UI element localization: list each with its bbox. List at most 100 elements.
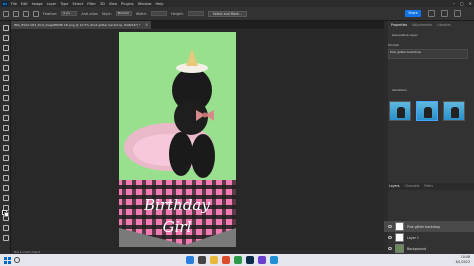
variation-thumbnail[interactable] <box>443 101 465 121</box>
new-selection-icon[interactable] <box>23 10 29 17</box>
photoshop-logo-icon[interactable]: Ps <box>2 0 8 7</box>
layer-name: Background <box>407 246 427 251</box>
visibility-eye-icon[interactable] <box>388 247 392 250</box>
visibility-eye-icon[interactable] <box>388 225 392 228</box>
layer-thumbnail <box>395 222 404 231</box>
background-color-swatch[interactable] <box>4 212 9 217</box>
task-view-icon[interactable] <box>198 256 206 264</box>
dodge-tool-icon[interactable] <box>2 174 9 181</box>
tab-libraries[interactable]: Libraries <box>437 23 451 27</box>
menu-type[interactable]: Type <box>60 2 68 6</box>
tab-channels[interactable]: Channels <box>405 184 420 188</box>
layer-row[interactable]: Background <box>384 243 474 254</box>
menu-plugins[interactable]: Plugins <box>121 2 134 6</box>
file-explorer-icon[interactable] <box>210 256 218 264</box>
eraser-icon[interactable] <box>2 144 9 151</box>
frame-tool-icon[interactable] <box>2 84 9 91</box>
options-bar: Feather: 0 px Anti-alias Style: Normal W… <box>0 7 474 21</box>
select-and-mask-button[interactable]: Select and Mask... <box>207 10 247 17</box>
workspace-icon[interactable] <box>441 10 448 17</box>
pen-tool-icon[interactable] <box>2 184 9 191</box>
cloud-icon[interactable] <box>454 10 461 17</box>
prompt-input[interactable]: Pink glitter backdrop <box>388 49 468 59</box>
store-icon[interactable] <box>234 256 242 264</box>
tab-adjustments[interactable]: Adjustments <box>412 23 432 27</box>
history-brush-icon[interactable] <box>2 134 9 141</box>
close-window-icon[interactable]: ✕ <box>469 1 472 6</box>
layer-thumbnail <box>395 233 404 242</box>
tab-paths[interactable]: Paths <box>424 184 433 188</box>
lasso-tool-icon[interactable] <box>2 54 9 61</box>
antialias-checkbox[interactable]: Anti-alias <box>81 12 97 16</box>
system-clock[interactable]: 10:08 6/1/2023 <box>456 255 470 264</box>
start-menu-icon[interactable] <box>4 257 11 264</box>
browser-icon[interactable] <box>222 256 230 264</box>
crop-tool-icon[interactable] <box>2 74 9 81</box>
menu-bar: Ps File Edit Image Layer Type Select Fil… <box>0 0 474 7</box>
healing-brush-icon[interactable] <box>2 104 9 111</box>
add-selection-icon[interactable] <box>33 10 39 17</box>
minimize-icon[interactable]: – <box>453 1 455 6</box>
marquee-tool-icon[interactable] <box>13 10 19 17</box>
app-icon[interactable] <box>258 256 266 264</box>
zoom-tool-icon[interactable] <box>2 234 9 241</box>
maximize-icon[interactable]: ▢ <box>460 1 464 6</box>
variation-thumbnail[interactable] <box>416 101 438 121</box>
tools-panel <box>0 21 11 254</box>
menu-image[interactable]: Image <box>32 2 43 6</box>
photoshop-app-icon[interactable] <box>246 256 254 264</box>
style-label: Style: <box>101 11 112 16</box>
menu-3d[interactable]: 3D <box>100 2 105 6</box>
artboard-tool-icon[interactable] <box>2 34 9 41</box>
type-tool-icon[interactable] <box>2 194 9 201</box>
menu-layer[interactable]: Layer <box>47 2 57 6</box>
clone-stamp-icon[interactable] <box>2 124 9 131</box>
app-icon[interactable] <box>270 256 278 264</box>
window-controls: – ▢ ✕ <box>453 0 472 7</box>
blur-tool-icon[interactable] <box>2 164 9 171</box>
layer-row[interactable]: Pink glitter backdrop <box>384 221 474 232</box>
feather-input[interactable]: 0 px <box>61 11 78 16</box>
layers-tabs: Layers Channels Paths <box>386 183 433 189</box>
search-icon[interactable] <box>428 10 435 17</box>
visibility-eye-icon[interactable] <box>388 236 392 239</box>
svg-text:Girl: Girl <box>163 218 192 236</box>
object-selection-icon[interactable] <box>2 64 9 71</box>
menu-filter[interactable]: Filter <box>87 2 96 6</box>
height-input[interactable] <box>187 11 204 16</box>
gradient-tool-icon[interactable] <box>2 154 9 161</box>
tab-properties[interactable]: Properties <box>391 23 407 27</box>
variation-thumbnail[interactable] <box>389 101 411 121</box>
variations-label: Variations <box>392 88 407 92</box>
windows-icon[interactable] <box>186 256 194 264</box>
hand-tool-icon[interactable] <box>2 224 9 231</box>
tab-layers[interactable]: Layers <box>389 184 400 188</box>
height-label: Height: <box>171 11 184 16</box>
menu-help[interactable]: Help <box>156 2 164 6</box>
pinned-apps <box>186 256 278 264</box>
home-icon[interactable] <box>3 10 9 17</box>
top-right-icons <box>428 10 461 17</box>
menu-window[interactable]: Window <box>138 2 152 6</box>
layer-thumbnail <box>395 244 404 253</box>
menu-select[interactable]: Select <box>72 2 83 6</box>
menu-file[interactable]: File <box>11 2 17 6</box>
document-tab[interactable]: IMG_8522-CR3_DxO_DeepPRIME XD.png @ 12.5… <box>11 21 151 29</box>
dog-photo: Birthday Girl <box>119 32 236 247</box>
style-select[interactable]: Normal <box>115 11 132 16</box>
clock-date: 6/1/2023 <box>455 259 470 264</box>
marquee-tool-icon[interactable] <box>2 44 9 51</box>
move-tool-icon[interactable] <box>2 24 9 31</box>
layer-name: Layer 1 <box>407 235 419 240</box>
menu-view[interactable]: View <box>109 2 117 6</box>
layer-row[interactable]: Layer 1 <box>384 232 474 243</box>
close-document-icon[interactable]: × <box>145 21 148 29</box>
image-canvas[interactable]: Birthday Girl <box>119 32 236 247</box>
width-label: Width: <box>135 11 148 16</box>
brush-tool-icon[interactable] <box>2 114 9 121</box>
menu-edit[interactable]: Edit <box>21 2 28 6</box>
search-icon[interactable] <box>14 257 20 263</box>
share-button[interactable]: Share <box>405 10 421 17</box>
eyedropper-icon[interactable] <box>2 94 9 101</box>
width-input[interactable] <box>151 11 168 16</box>
